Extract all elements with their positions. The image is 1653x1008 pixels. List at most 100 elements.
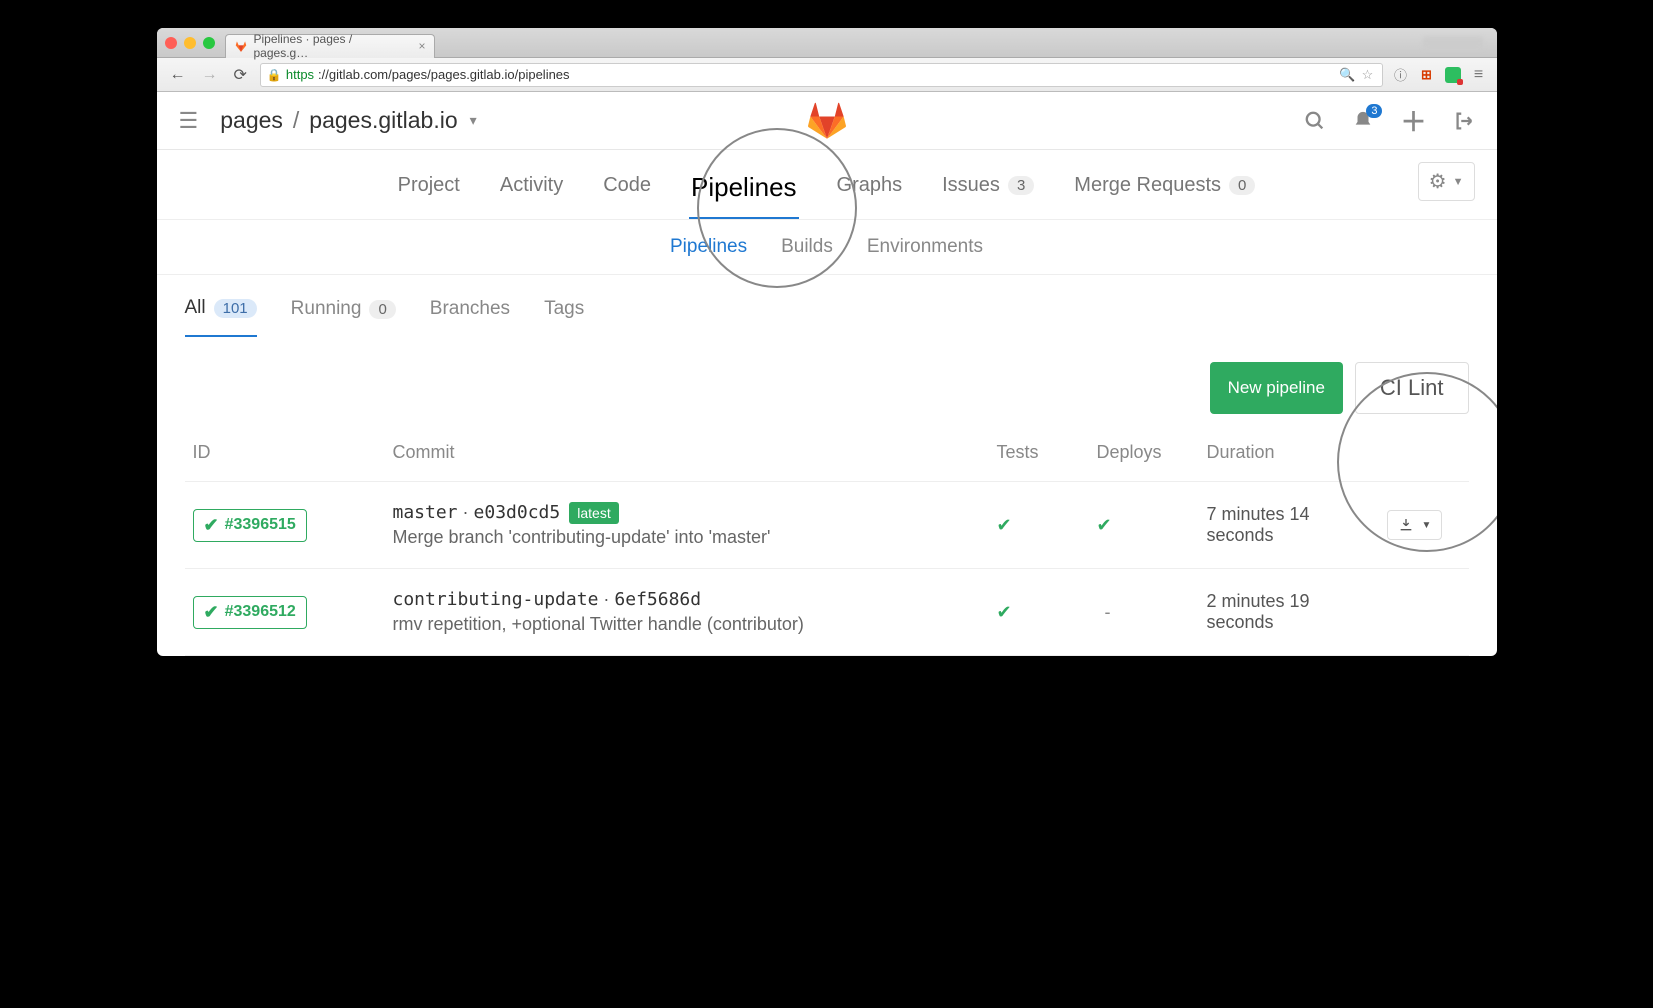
nav-merge-requests[interactable]: Merge Requests 0: [1072, 170, 1257, 201]
header-actions: 3 ＋: [1304, 102, 1474, 139]
nav-graphs[interactable]: Graphs: [835, 170, 905, 201]
pipeline-link[interactable]: ✔ #3396515: [193, 509, 307, 542]
filter-tags[interactable]: Tags: [544, 298, 584, 336]
branch-name[interactable]: contributing-update: [393, 589, 599, 610]
check-icon: ✔: [204, 602, 219, 623]
commit-message: rmv repetition, +optional Twitter handle…: [393, 614, 981, 635]
notification-badge: 3: [1366, 104, 1382, 118]
reload-button[interactable]: ⟳: [231, 65, 250, 85]
check-icon: ✔: [997, 602, 1012, 622]
chevron-down-icon: ▼: [1453, 176, 1464, 188]
pipeline-id: #3396515: [225, 516, 296, 534]
close-window-icon[interactable]: [165, 37, 177, 49]
th-id: ID: [185, 432, 385, 482]
subnav-pipelines[interactable]: Pipelines: [670, 236, 747, 258]
browser-tab[interactable]: Pipelines · pages / pages.g… ×: [225, 34, 435, 58]
check-icon: ✔: [204, 515, 219, 536]
tab-close-icon[interactable]: ×: [418, 39, 425, 53]
pipelines-subnav: Pipelines Builds Environments: [157, 220, 1497, 275]
chevron-down-icon[interactable]: ▾: [470, 112, 477, 129]
breadcrumb-group[interactable]: pages: [220, 107, 283, 134]
filter-running-label: Running: [291, 298, 362, 320]
nav-issues[interactable]: Issues 3: [940, 170, 1036, 201]
lock-icon: 🔒: [267, 68, 282, 82]
nav-issues-label: Issues: [942, 174, 1000, 197]
th-actions: [1379, 432, 1469, 482]
chevron-down-icon: ▼: [1422, 520, 1432, 531]
filter-running-count: 0: [369, 300, 395, 319]
filter-running[interactable]: Running 0: [291, 298, 396, 336]
filter-all[interactable]: All 101: [185, 297, 257, 337]
project-nav: Project Activity Code Pipelines Graphs I…: [157, 150, 1497, 220]
new-icon[interactable]: ＋: [1400, 102, 1426, 139]
latest-badge: latest: [569, 502, 618, 524]
forward-button[interactable]: →: [199, 66, 221, 84]
signout-icon[interactable]: [1453, 110, 1475, 132]
browser-tabbar: Pipelines · pages / pages.g… ×: [157, 28, 1497, 58]
gitlab-logo-icon[interactable]: [807, 101, 847, 141]
branch-name[interactable]: master: [393, 502, 458, 523]
notifications-icon[interactable]: 3: [1352, 110, 1374, 132]
commit-sha[interactable]: 6ef5686d: [614, 589, 701, 610]
pipeline-filters: All 101 Running 0 Branches Tags: [157, 275, 1497, 338]
table-row: ✔#3396515master · e03d0cd5 latestMerge b…: [185, 482, 1469, 569]
filter-branches[interactable]: Branches: [430, 298, 510, 336]
nav-activity[interactable]: Activity: [498, 170, 565, 201]
office-extension-icon[interactable]: ⊞: [1419, 67, 1435, 83]
nav-code[interactable]: Code: [601, 170, 653, 201]
tab-title: Pipelines · pages / pages.g…: [254, 32, 407, 60]
breadcrumb[interactable]: pages / pages.gitlab.io ▾: [220, 107, 476, 134]
commit-sha[interactable]: e03d0cd5: [474, 502, 561, 523]
search-icon[interactable]: [1304, 110, 1326, 132]
dash: -: [1097, 602, 1111, 622]
pipeline-id: #3396512: [225, 603, 296, 621]
filter-all-label: All: [185, 297, 206, 319]
extensions: ⓘ ⊞ ≡: [1393, 67, 1487, 83]
hamburger-menu-icon[interactable]: ☰: [179, 108, 199, 134]
issues-count: 3: [1008, 176, 1034, 195]
browser-window: Pipelines · pages / pages.g… × ← → ⟳ 🔒 h…: [157, 28, 1497, 656]
url-scheme: https: [286, 67, 314, 82]
breadcrumb-separator: /: [293, 107, 299, 134]
subnav-builds[interactable]: Builds: [781, 236, 833, 258]
nav-project[interactable]: Project: [396, 170, 462, 201]
th-duration: Duration: [1199, 432, 1379, 482]
nav-mr-label: Merge Requests: [1074, 174, 1221, 197]
check-icon: ✔: [997, 515, 1012, 535]
zoom-window-icon[interactable]: [203, 37, 215, 49]
th-deploys: Deploys: [1089, 432, 1199, 482]
duration-cell: 7 minutes 14 seconds: [1199, 482, 1379, 569]
tab-favicon: [234, 39, 248, 53]
address-bar[interactable]: 🔒 https://gitlab.com/pages/pages.gitlab.…: [260, 63, 1383, 87]
th-commit: Commit: [385, 432, 989, 482]
settings-dropdown[interactable]: ⚙ ▼: [1418, 162, 1475, 201]
download-icon: [1398, 517, 1414, 533]
window-controls: [165, 37, 215, 49]
mr-count: 0: [1229, 176, 1255, 195]
pipeline-link[interactable]: ✔ #3396512: [193, 596, 307, 629]
download-dropdown[interactable]: ▼: [1387, 510, 1443, 540]
pipelines-table: ID Commit Tests Deploys Duration ✔ #33965…: [185, 432, 1469, 656]
filter-all-count: 101: [214, 299, 257, 318]
ci-lint-button[interactable]: CI Lint: [1355, 362, 1469, 414]
check-icon: ✔: [1097, 515, 1112, 535]
breadcrumb-project[interactable]: pages.gitlab.io: [309, 107, 457, 134]
bookmark-star-icon[interactable]: ☆: [1360, 67, 1376, 83]
profile-blur: [1423, 37, 1483, 49]
th-tests: Tests: [989, 432, 1089, 482]
subnav-environments[interactable]: Environments: [867, 236, 983, 258]
commit-message: Merge branch 'contributing-update' into …: [393, 527, 981, 548]
nav-pipelines[interactable]: Pipelines: [689, 168, 799, 219]
evernote-extension-icon[interactable]: [1445, 67, 1461, 83]
new-pipeline-button[interactable]: New pipeline: [1210, 362, 1343, 414]
zoom-icon[interactable]: 🔍: [1340, 67, 1356, 83]
gear-icon: ⚙: [1429, 169, 1447, 194]
table-row: ✔#3396512contributing-update · 6ef5686d …: [185, 569, 1469, 656]
info-icon[interactable]: ⓘ: [1393, 67, 1409, 83]
back-button[interactable]: ←: [167, 66, 189, 84]
browser-menu-icon[interactable]: ≡: [1471, 67, 1487, 83]
browser-toolbar: ← → ⟳ 🔒 https://gitlab.com/pages/pages.g…: [157, 58, 1497, 92]
gitlab-header: ☰ pages / pages.gitlab.io ▾ 3 ＋: [157, 92, 1497, 150]
minimize-window-icon[interactable]: [184, 37, 196, 49]
pipeline-actions: New pipeline CI Lint: [157, 338, 1497, 432]
